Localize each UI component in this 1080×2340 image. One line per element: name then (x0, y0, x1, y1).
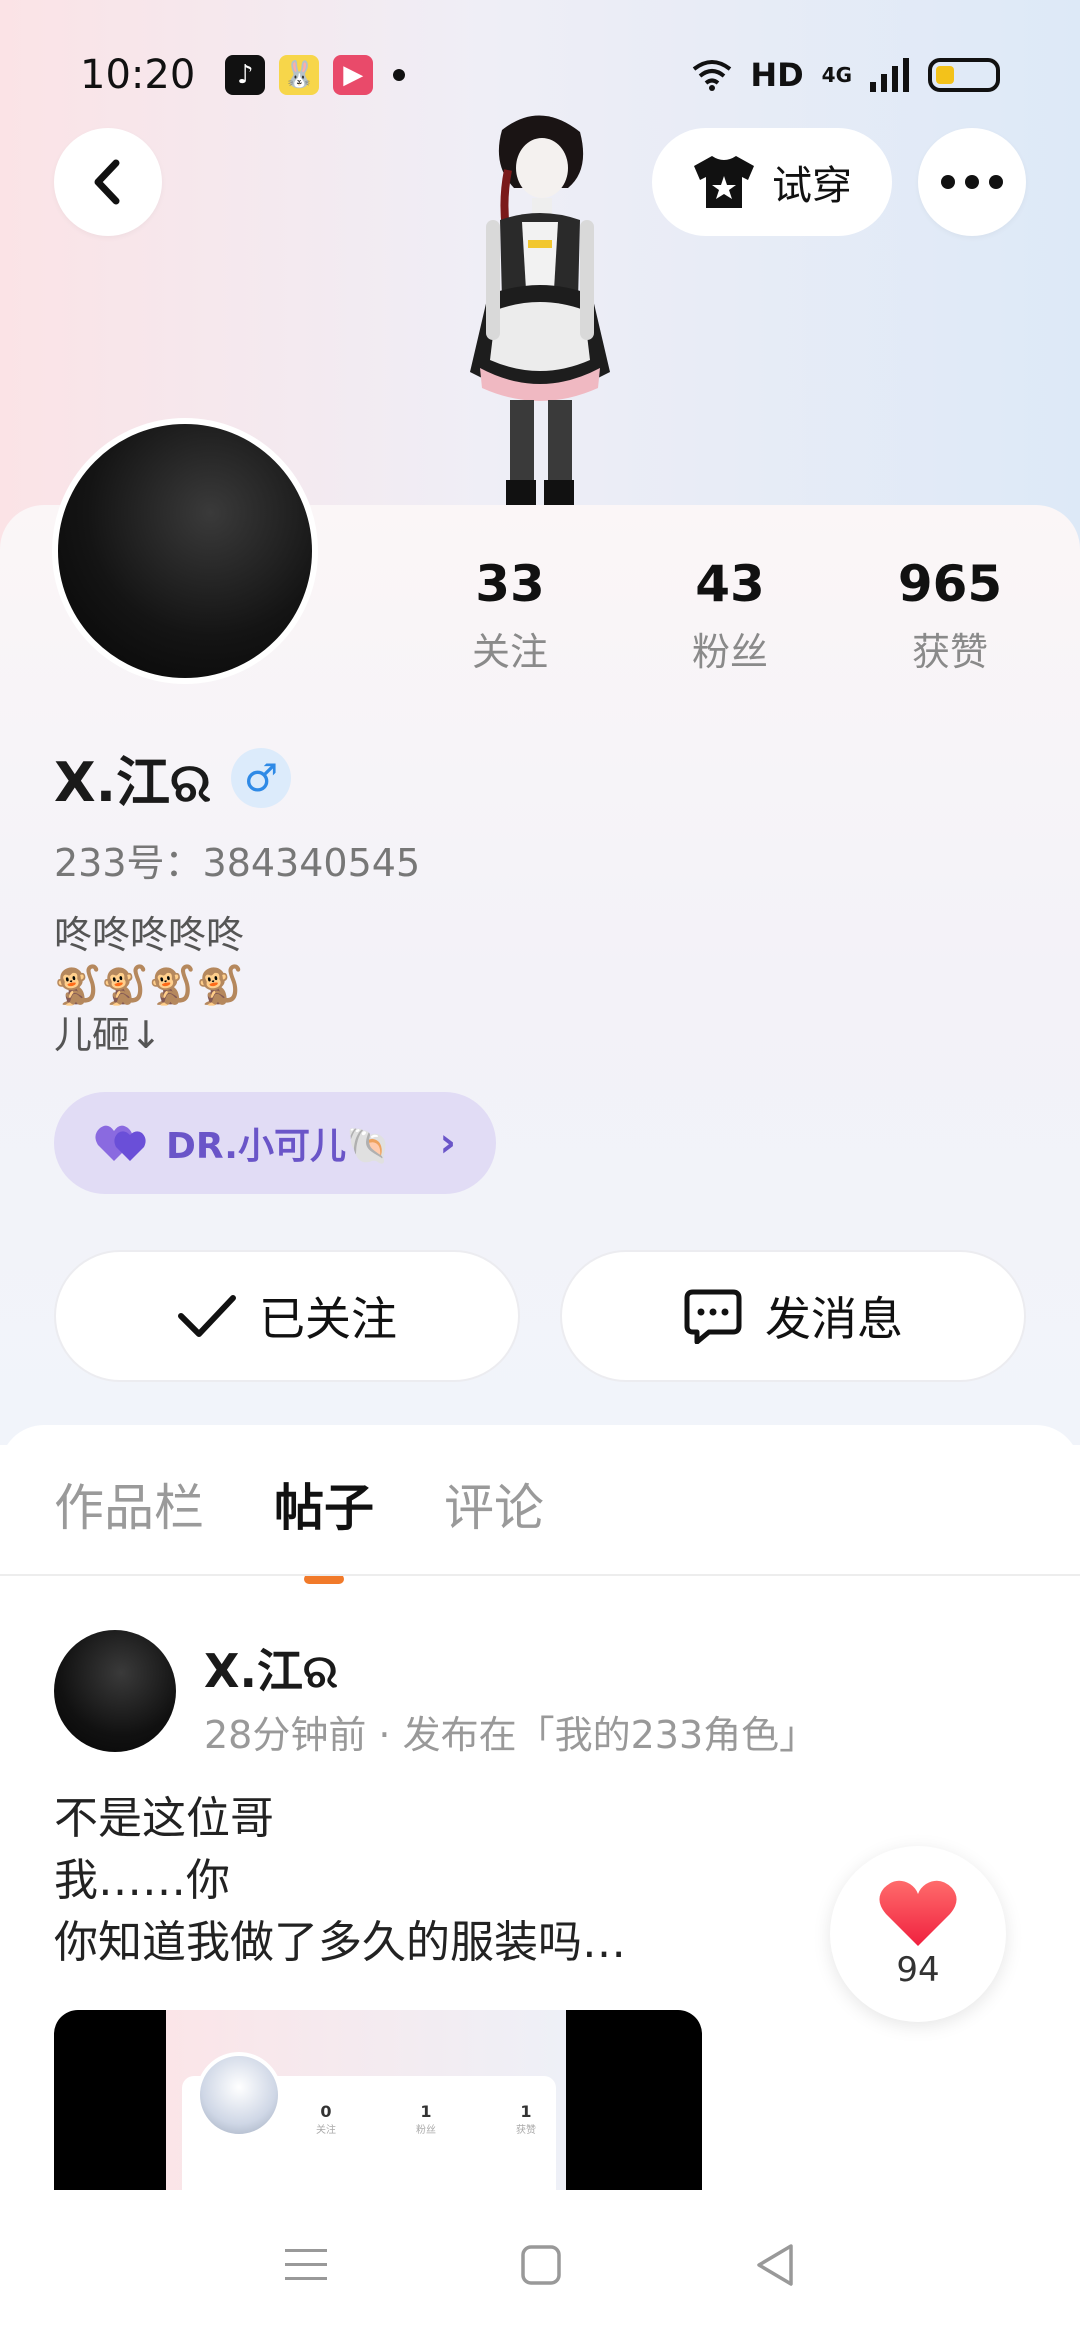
hd-label: HD (750, 56, 804, 94)
profile-name: X.江ର (54, 751, 212, 814)
battery-icon (928, 58, 1000, 92)
more-notifications-dot (393, 69, 406, 81)
chevron-right-icon: › (439, 1120, 456, 1166)
chevron-left-icon (94, 159, 120, 205)
profile-avatar[interactable] (52, 418, 318, 684)
back-triangle-icon[interactable] (753, 2242, 797, 2288)
stat-label: 获赞 (911, 630, 988, 674)
post-body-line: 不是这位哥 (54, 1793, 274, 1844)
rabbit-app-icon: 🐰 (279, 55, 320, 95)
bio-line: 咚咚咚咚咚 (54, 913, 245, 957)
profile-tabs: 作品栏 帖子 评论 (54, 1468, 544, 1580)
signal-icon (870, 58, 909, 92)
menu-icon[interactable] (283, 2245, 329, 2285)
bio-line: 🐒🐒🐒🐒 (54, 963, 244, 1007)
preview-stat-label: 获赞 (516, 2125, 536, 2136)
double-heart-icon (95, 1125, 146, 1161)
video-app-icon: ▶ (333, 55, 374, 95)
tabs-divider (0, 1574, 1080, 1576)
preview-stat: 1 获赞 (516, 2102, 536, 2136)
status-time: 10:20 (80, 52, 196, 98)
profile-stats: 33 关注 43 粉丝 965 获赞 (420, 555, 1040, 676)
tab-works[interactable]: 作品栏 (54, 1468, 204, 1580)
try-on-label: 试穿 (772, 163, 852, 209)
preview-stat-value: 0 (320, 2102, 332, 2121)
relation-badge-button[interactable]: DR.小可儿🐚 › (54, 1092, 496, 1194)
preview-stat: 1 粉丝 (416, 2102, 436, 2136)
more-horizontal-icon (941, 175, 1003, 189)
checkmark-icon (178, 1295, 236, 1337)
stat-label: 关注 (471, 630, 548, 674)
preview-stat-label: 粉丝 (416, 2125, 436, 2136)
4g-label: 4G (821, 63, 852, 87)
notification-icons: ♪ 🐰 ▶ (225, 55, 406, 95)
post-image[interactable]: 0 关注 1 粉丝 1 获赞 (54, 2010, 702, 2190)
relation-badge-label: DR.小可儿🐚 (166, 1126, 391, 1167)
preview-stat-label: 关注 (316, 2125, 336, 2136)
chat-bubble-icon (684, 1289, 742, 1344)
status-right: HD 4G (692, 56, 1000, 94)
send-message-label: 发消息 (765, 1292, 903, 1346)
profile-bio: 咚咚咚咚咚 🐒🐒🐒🐒 儿砸↓ (54, 910, 244, 1060)
post-body-line: 你知道我做了多久的服装吗… (54, 1917, 626, 1968)
profile-uid[interactable]: 233号：384340545 (54, 832, 420, 887)
tiktok-icon: ♪ (225, 55, 266, 95)
male-gender-icon: ♂ (231, 747, 292, 808)
like-count: 94 (896, 1950, 940, 1990)
stat-value: 965 (897, 555, 1003, 613)
preview-stat-value: 1 (420, 2102, 432, 2121)
preview-avatar (196, 2052, 282, 2138)
avatar-character-image (470, 115, 610, 510)
try-on-button[interactable]: 试穿 (652, 128, 892, 236)
like-button[interactable]: 94 (830, 1846, 1006, 2022)
followed-label: 已关注 (259, 1292, 397, 1346)
tshirt-star-icon (694, 156, 754, 208)
tab-comments[interactable]: 评论 (444, 1468, 544, 1580)
post-author-avatar[interactable] (54, 1630, 176, 1752)
back-button[interactable] (54, 128, 162, 236)
stat-following[interactable]: 33 关注 (420, 555, 600, 676)
preview-stat-value: 1 (520, 2102, 532, 2121)
stat-followers[interactable]: 43 粉丝 (640, 555, 820, 676)
post-author-name[interactable]: X.江ର (204, 1635, 338, 1701)
followed-button[interactable]: 已关注 (54, 1250, 520, 1382)
post-body-line: 我……你 (54, 1855, 230, 1906)
post-image-content: 0 关注 1 粉丝 1 获赞 (166, 2010, 566, 2190)
home-square-icon[interactable] (519, 2243, 563, 2287)
send-message-button[interactable]: 发消息 (560, 1250, 1026, 1382)
profile-name-row: X.江ର ♂ (54, 738, 292, 817)
system-nav-bar (0, 2190, 1080, 2340)
stat-likes[interactable]: 965 获赞 (860, 555, 1040, 676)
preview-stats: 0 关注 1 粉丝 1 获赞 (316, 2102, 536, 2136)
preview-stat: 0 关注 (316, 2102, 336, 2136)
heart-icon (879, 1880, 957, 1946)
stat-value: 33 (475, 555, 545, 613)
stat-label: 粉丝 (691, 630, 768, 674)
wifi-icon (693, 60, 732, 91)
stat-value: 43 (695, 555, 765, 613)
tab-posts[interactable]: 帖子 (274, 1468, 374, 1580)
post-body[interactable]: 不是这位哥 我……你 你知道我做了多久的服装吗… (54, 1788, 626, 1974)
more-button[interactable] (918, 128, 1026, 236)
post-meta: 28分钟前 · 发布在「我的233角色」 (204, 1713, 818, 1757)
bio-line: 儿砸↓ (54, 1013, 162, 1057)
